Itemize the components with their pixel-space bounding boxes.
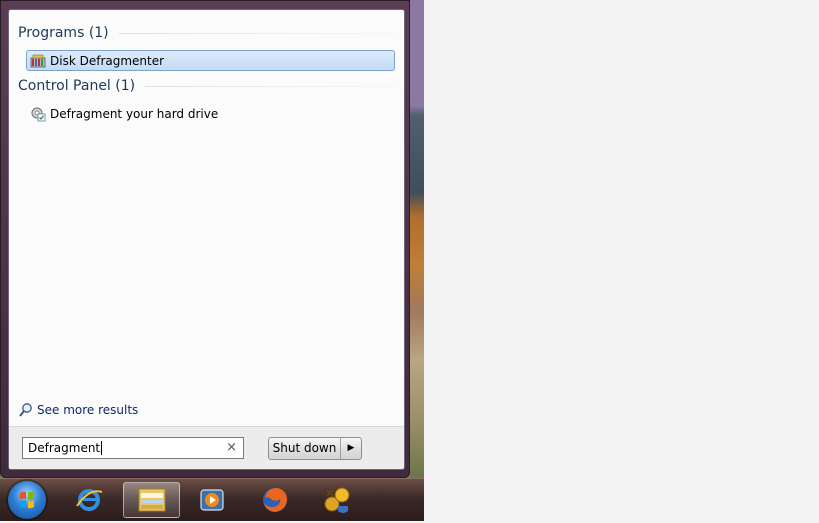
taskbar [0,478,424,521]
group-header-control-panel: Control Panel (1) [18,78,398,94]
text-caret [101,441,103,455]
windows-logo-icon [20,491,34,509]
clear-search-icon[interactable]: × [226,438,237,458]
taskbar-media-player[interactable] [187,482,237,518]
group-divider [118,32,398,34]
taskbar-security-tool[interactable] [312,482,362,518]
taskbar-windows-explorer[interactable] [123,482,180,518]
start-menu-panel: Programs (1) Disk Defragmenter Control P… [8,9,405,470]
start-button[interactable] [8,481,46,519]
shutdown-button-group: Shut down ▶ [268,437,362,460]
group-title: Control Panel (1) [18,78,136,94]
shutdown-options-arrow-icon[interactable]: ▶ [341,438,361,459]
start-menu-footer: Defragment × Shut down ▶ [9,426,404,469]
search-icon [18,402,34,418]
taskbar-internet-explorer[interactable] [64,482,114,518]
search-results: Programs (1) Disk Defragmenter Control P… [9,10,404,426]
group-header-programs: Programs (1) [18,25,398,41]
disk-defragmenter-icon [30,53,46,69]
start-menu: Programs (1) Disk Defragmenter Control P… [0,0,410,478]
firefox-icon [263,488,287,512]
shutdown-button[interactable]: Shut down [269,438,341,459]
search-input[interactable]: Defragment × [22,437,244,459]
control-panel-item-icon [30,106,46,122]
security-tools-icon [324,487,350,513]
see-more-label: See more results [37,403,139,417]
group-title: Programs (1) [18,25,109,41]
group-divider [145,85,398,87]
result-label: Defragment your hard drive [50,106,219,121]
result-defragment-hard-drive[interactable]: Defragment your hard drive [26,103,395,124]
media-player-icon [200,489,224,511]
see-more-results-link[interactable]: See more results [18,402,138,418]
result-disk-defragmenter[interactable]: Disk Defragmenter [26,50,395,71]
desktop-wallpaper-edge [410,0,424,480]
taskbar-firefox[interactable] [250,482,300,518]
result-label: Disk Defragmenter [50,53,165,68]
search-input-value: Defragment [28,441,101,455]
folder-icon [138,488,165,512]
internet-explorer-icon [76,489,103,511]
